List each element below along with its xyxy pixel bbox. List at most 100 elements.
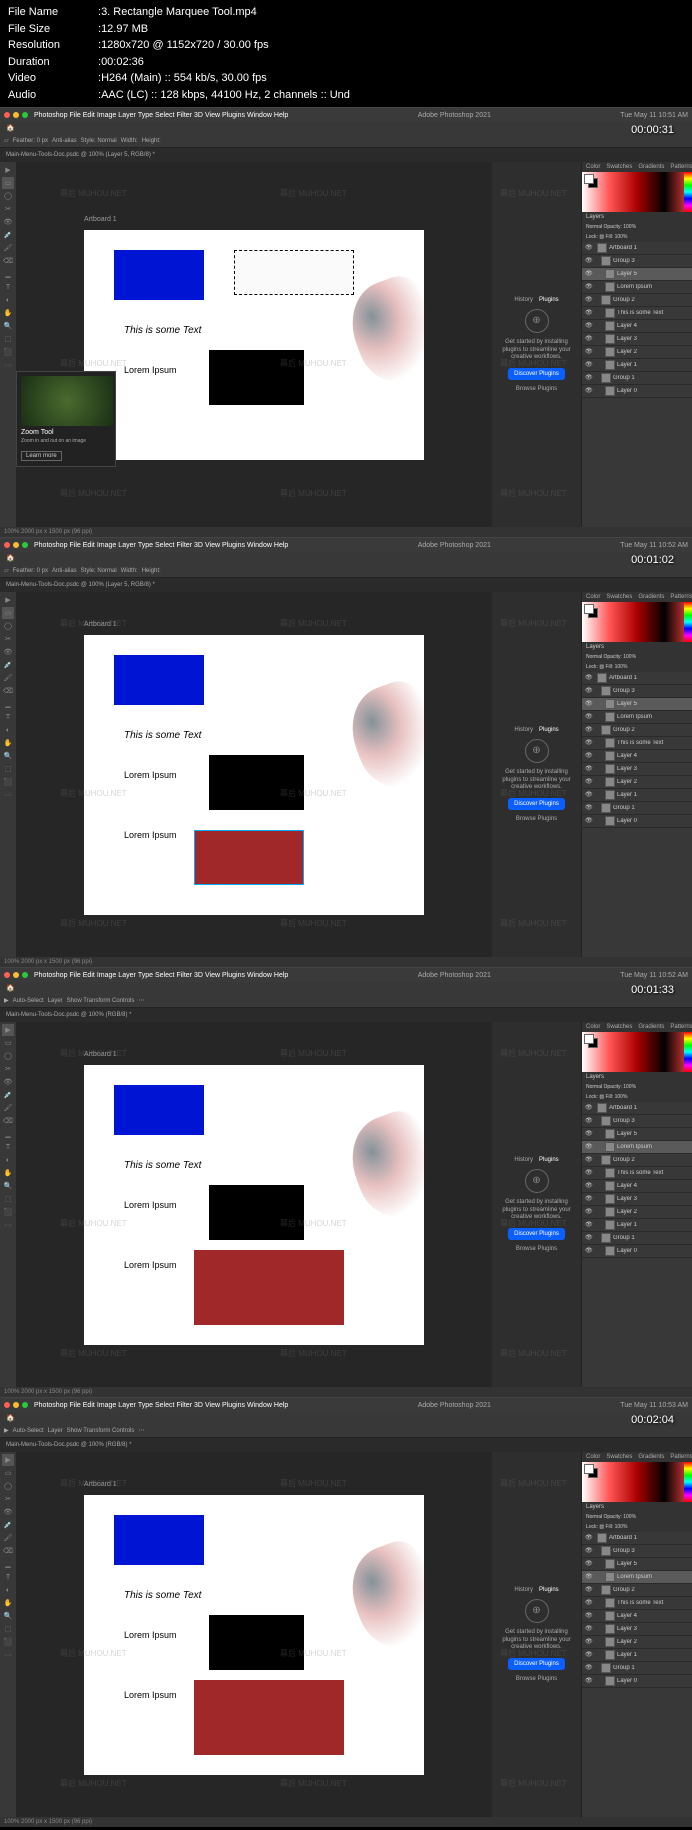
visibility-icon[interactable]: 👁 [585,1586,593,1594]
minimize-icon[interactable] [13,112,19,118]
menu-image[interactable]: Image [97,1402,116,1409]
layer-row[interactable]: 👁Layer 3 [582,333,692,346]
discover-plugins-button[interactable]: Discover Plugins [508,798,565,810]
browse-plugins-link[interactable]: Browse Plugins [516,1676,557,1682]
tool-icon[interactable]: ◯ [2,190,14,202]
visibility-icon[interactable]: 👁 [585,348,593,356]
menu-window[interactable]: Window [247,542,272,549]
visibility-icon[interactable]: 👁 [585,1560,593,1568]
visibility-icon[interactable]: 👁 [585,791,593,799]
color-swatch[interactable] [584,1034,598,1048]
layer-row[interactable]: 👁This is some Text [582,737,692,750]
visibility-icon[interactable]: 👁 [585,1599,593,1607]
visibility-icon[interactable]: 👁 [585,361,593,369]
tool-icon[interactable]: ⬛ [2,346,14,358]
history-tab[interactable]: History [514,1587,533,1593]
canvas-text[interactable]: This is some Text [124,730,201,741]
menu-select[interactable]: Select [155,1402,174,1409]
tool-icon[interactable]: 🖌 [2,1532,14,1544]
browse-plugins-link[interactable]: Browse Plugins [516,1246,557,1252]
red-rectangle[interactable] [194,830,304,885]
tool-icon[interactable]: ◯ [2,1050,14,1062]
canvas-text[interactable]: Lorem Ipsum [124,1630,177,1640]
tool-icon[interactable]: T [2,1571,14,1583]
panel-tab[interactable]: Color [586,594,600,600]
layers-tab[interactable]: Layers [582,1502,692,1512]
layer-row[interactable]: 👁Group 3 [582,255,692,268]
menu-plugins[interactable]: Plugins [222,112,245,119]
menu-file[interactable]: File [69,542,80,549]
visibility-icon[interactable]: 👁 [585,1612,593,1620]
color-picker[interactable] [582,1032,692,1072]
layer-blend[interactable]: Normal Opacity: 100% [582,1512,692,1522]
browse-plugins-link[interactable]: Browse Plugins [516,816,557,822]
menu-3d[interactable]: 3D [194,972,203,979]
tool-icon[interactable]: ⌫ [2,255,14,267]
layer-lock[interactable]: Lock: ▨ Fill: 100% [582,1522,692,1532]
menu-view[interactable]: View [205,1402,220,1409]
hue-strip[interactable] [684,602,692,642]
menu-photoshop[interactable]: Photoshop [34,112,67,119]
option-item[interactable]: Style: Normal [81,138,117,144]
option-item[interactable]: Style: Normal [81,568,117,574]
panel-tab[interactable]: Color [586,1024,600,1030]
document-tab[interactable]: Main-Menu-Tools-Doc.psdc @ 100% (Layer 5… [0,148,692,162]
option-item[interactable]: Auto-Select [13,1428,44,1434]
visibility-icon[interactable]: 👁 [585,687,593,695]
discover-plugins-button[interactable]: Discover Plugins [508,1228,565,1240]
visibility-icon[interactable]: 👁 [585,674,593,682]
canvas-text[interactable]: Lorem Ipsum [124,1690,177,1700]
tool-icon[interactable]: ⬚ [2,1623,14,1635]
black-rectangle[interactable] [209,1185,304,1240]
canvas-text[interactable]: Lorem Ipsum [124,1260,177,1270]
hue-strip[interactable] [684,1462,692,1502]
layer-row[interactable]: 👁This is some Text [582,1167,692,1180]
layers-tab[interactable]: Layers [582,212,692,222]
tool-icon[interactable]: ✋ [2,1597,14,1609]
menu-photoshop[interactable]: Photoshop [34,542,67,549]
menu-type[interactable]: Type [138,972,153,979]
visibility-icon[interactable]: 👁 [585,335,593,343]
canvas-text[interactable]: Lorem Ipsum [124,1200,177,1210]
panel-tab[interactable]: Patterns [670,1454,692,1460]
visibility-icon[interactable]: 👁 [585,1234,593,1242]
home-icon[interactable]: 🏠 [6,1414,15,1422]
layer-blend[interactable]: Normal Opacity: 100% [582,222,692,232]
layer-row[interactable]: 👁Group 2 [582,1584,692,1597]
menu-3d[interactable]: 3D [194,542,203,549]
layer-row[interactable]: 👁Lorem Ipsum [582,711,692,724]
layer-row[interactable]: 👁Group 3 [582,1545,692,1558]
layer-row[interactable]: 👁Group 1 [582,802,692,815]
document-tab[interactable]: Main-Menu-Tools-Doc.psdc @ 100% (RGB/8) … [0,1438,692,1452]
option-item[interactable]: Feather: 0 px [13,138,48,144]
tool-icon[interactable]: 👁 [2,646,14,658]
panel-tab[interactable]: Swatches [606,1454,632,1460]
option-item[interactable]: Height: [142,138,161,144]
window-controls[interactable] [4,1402,28,1408]
layer-row[interactable]: 👁Layer 1 [582,359,692,372]
menu-help[interactable]: Help [274,1402,288,1409]
layer-row[interactable]: 👁Artboard 1 [582,1102,692,1115]
layer-lock[interactable]: Lock: ▨ Fill: 100% [582,662,692,672]
menu-window[interactable]: Window [247,112,272,119]
visibility-icon[interactable]: 👁 [585,1534,593,1542]
minimize-icon[interactable] [13,542,19,548]
canvas-text[interactable]: Lorem Ipsum [124,830,177,840]
tool-icon[interactable]: 🔍 [2,320,14,332]
visibility-icon[interactable]: 👁 [585,1169,593,1177]
visibility-icon[interactable]: 👁 [585,309,593,317]
layer-row[interactable]: 👁Layer 1 [582,1219,692,1232]
black-rectangle[interactable] [209,1615,304,1670]
menu-filter[interactable]: Filter [176,1402,192,1409]
panel-tab[interactable]: Gradients [638,1454,664,1460]
panel-tab[interactable]: Gradients [638,1024,664,1030]
menu-view[interactable]: View [205,112,220,119]
color-swatch[interactable] [584,604,598,618]
artboard[interactable]: Artboard 1This is some TextLorem IpsumLo… [84,1065,424,1345]
menu-help[interactable]: Help [274,972,288,979]
plugins-tab[interactable]: Plugins [539,1157,559,1163]
tool-icon[interactable]: T [2,711,14,723]
blue-rectangle[interactable] [114,1085,204,1135]
visibility-icon[interactable]: 👁 [585,752,593,760]
visibility-icon[interactable]: 👁 [585,700,593,708]
